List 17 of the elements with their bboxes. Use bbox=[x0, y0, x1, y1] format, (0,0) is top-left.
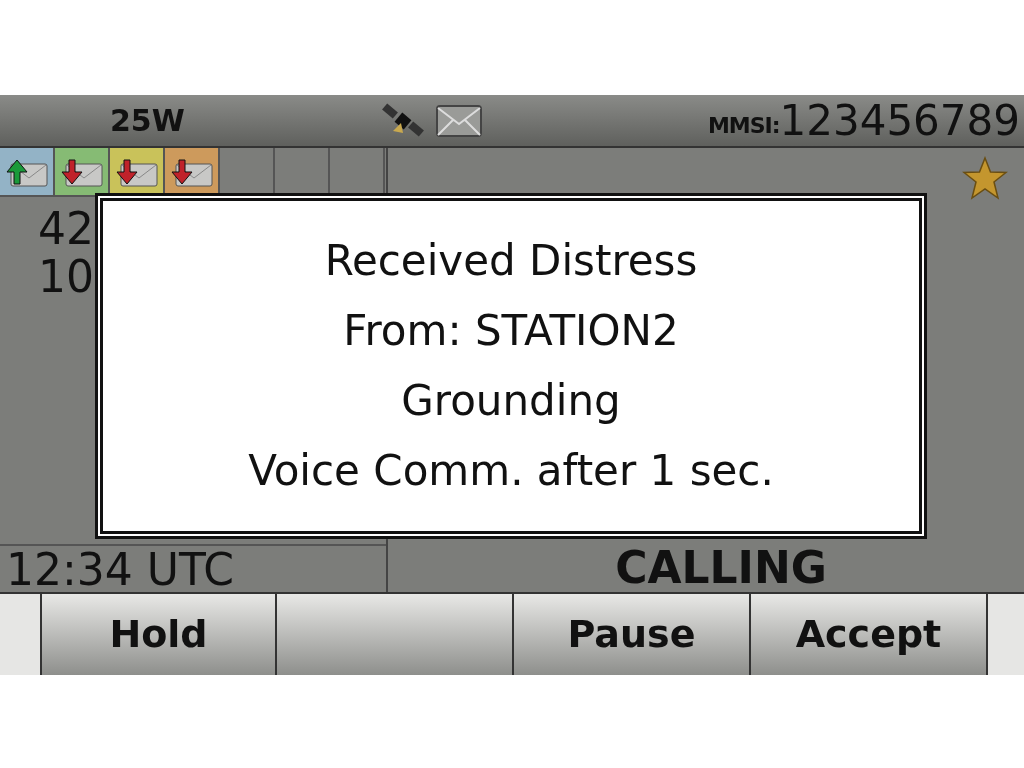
soft-key-button[interactable]: Pause bbox=[514, 594, 751, 675]
power-level: 25W bbox=[110, 102, 185, 140]
message-slot[interactable] bbox=[55, 148, 110, 195]
soft-key-button[interactable]: Accept bbox=[751, 594, 988, 675]
mmsi-label: MMSI: bbox=[707, 111, 780, 140]
time-text: 12:34 UTC bbox=[5, 548, 235, 592]
message-slot[interactable] bbox=[165, 148, 220, 195]
call-status: CALLING bbox=[614, 546, 828, 592]
dialog-text: Received Distress bbox=[324, 235, 698, 287]
message-slot[interactable] bbox=[0, 148, 55, 195]
message-slot[interactable] bbox=[110, 148, 165, 195]
dialog-text: Grounding bbox=[401, 375, 621, 427]
dialog-text: From: STATION2 bbox=[343, 305, 679, 357]
mmsi-number: 123456789 bbox=[779, 99, 1020, 142]
soft-key-button[interactable]: Hold bbox=[40, 594, 277, 675]
dialog-text: Voice Comm. after 1 sec. bbox=[248, 445, 774, 497]
latitude-text: 42 bbox=[38, 205, 95, 254]
